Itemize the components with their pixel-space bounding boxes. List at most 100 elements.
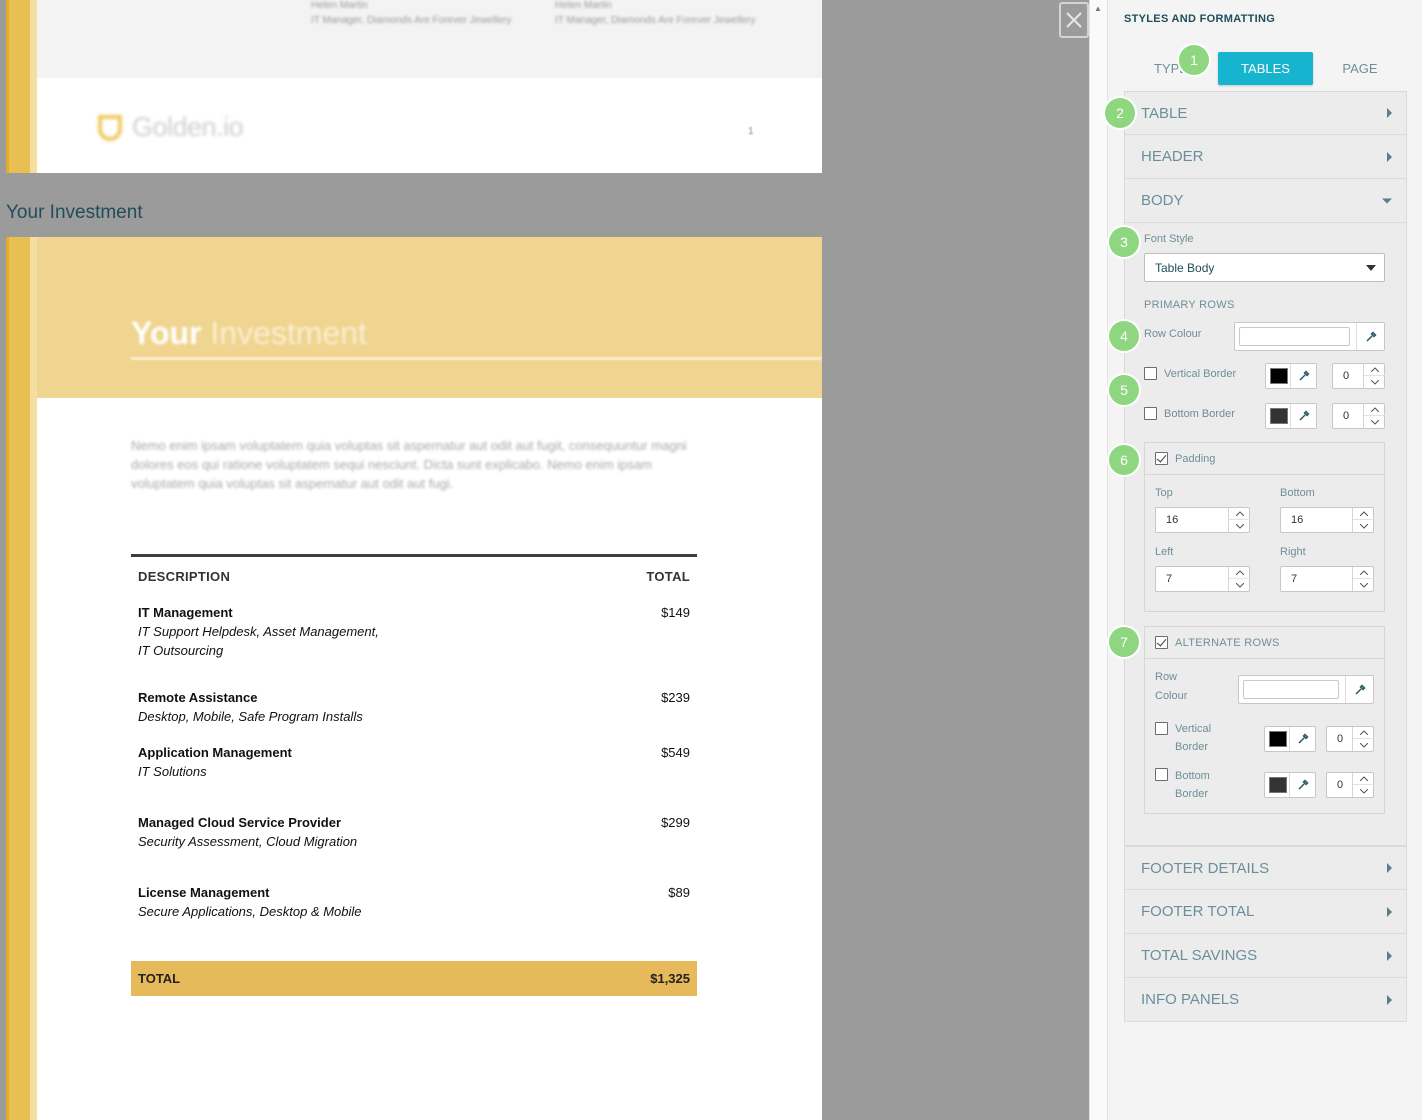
chevron-down-icon[interactable] (1353, 579, 1374, 591)
eyedropper-icon[interactable] (1290, 404, 1316, 428)
section-footer-total[interactable]: FOOTER TOTAL (1124, 890, 1407, 934)
hero-title-bold: Your (131, 315, 202, 351)
investment-table[interactable]: DESCRIPTION TOTAL IT Management IT Suppo… (131, 554, 697, 996)
section-label: BODY (1141, 192, 1184, 209)
chevron-right-icon (1387, 151, 1392, 162)
scroll-up-icon[interactable]: ▲ (1094, 4, 1102, 13)
callout-badge-1: 1 (1179, 45, 1209, 75)
color-swatch[interactable] (1270, 408, 1288, 424)
padding-bottom-label: Bottom (1280, 487, 1315, 499)
alt-vertical-border-color-picker[interactable] (1264, 726, 1316, 752)
row-price: $239 (661, 690, 690, 705)
chevron-up-icon[interactable] (1353, 567, 1374, 579)
chevron-right-icon (1387, 906, 1392, 917)
eyedropper-icon[interactable] (1289, 727, 1315, 751)
color-swatch[interactable] (1270, 368, 1288, 384)
panel-tabs: TYPE TABLES PAGE (1124, 52, 1407, 85)
alt-vertical-border-checkbox[interactable] (1155, 722, 1168, 735)
color-swatch[interactable] (1269, 731, 1287, 747)
company-logo: Golden.io (98, 112, 244, 143)
bottom-border-color-picker[interactable] (1265, 403, 1317, 429)
close-button[interactable] (1059, 2, 1089, 38)
chevron-up-icon[interactable] (1364, 404, 1385, 416)
page-stripe-dark (6, 0, 9, 173)
section-footer-details[interactable]: FOOTER DETAILS (1124, 846, 1407, 890)
table-total-row: TOTAL $1,325 (131, 961, 697, 996)
vertical-border-width-stepper[interactable]: 0 (1332, 363, 1385, 389)
callout-badge-7: 7 (1109, 627, 1139, 657)
column-description: DESCRIPTION (138, 569, 231, 584)
stepper-value[interactable]: 0 (1333, 404, 1362, 428)
eyedropper-icon[interactable] (1356, 323, 1384, 350)
stepper-value[interactable]: 0 (1333, 364, 1362, 388)
chevron-up-icon[interactable] (1229, 567, 1250, 579)
logo-text: Golden.io (132, 112, 244, 142)
chevron-up-icon[interactable] (1229, 508, 1250, 520)
hero-title-light: Investment (210, 315, 367, 351)
chevron-up-icon[interactable] (1353, 508, 1374, 520)
chevron-up-icon[interactable] (1364, 364, 1385, 376)
font-style-select[interactable]: Table Body (1144, 253, 1385, 282)
table-row: Application Management IT Solutions $549 (131, 743, 697, 813)
alt-row-colour-field[interactable] (1243, 680, 1339, 699)
caret-down-icon (1366, 265, 1376, 271)
alt-bottom-border-color-picker[interactable] (1264, 772, 1316, 798)
row-colour-field[interactable] (1239, 327, 1350, 346)
padding-right-stepper[interactable]: 7 (1280, 566, 1374, 592)
row-price: $149 (661, 605, 690, 620)
alt-row-colour-picker[interactable] (1238, 675, 1374, 704)
chevron-right-icon (1387, 994, 1392, 1005)
callout-badge-2: 2 (1105, 98, 1135, 128)
stepper-value[interactable]: 7 (1281, 567, 1351, 591)
vertical-border-checkbox[interactable] (1144, 367, 1157, 380)
bottom-border-checkbox[interactable] (1144, 407, 1157, 420)
color-swatch[interactable] (1269, 777, 1287, 793)
alt-bottom-border-label: Border (1175, 788, 1209, 800)
alternate-rows-checkbox[interactable] (1155, 636, 1168, 649)
eyedropper-icon[interactable] (1345, 676, 1373, 703)
alt-bottom-border-checkbox[interactable] (1155, 768, 1168, 781)
chevron-down-icon[interactable] (1229, 520, 1250, 532)
alt-row-colour-label: Row (1155, 671, 1178, 683)
row-description: IT Support Helpdesk, Asset Management, (138, 624, 379, 639)
padding-checkbox[interactable] (1155, 452, 1168, 465)
stepper-value[interactable]: 0 (1327, 773, 1351, 797)
chevron-down-icon[interactable] (1364, 416, 1385, 428)
padding-top-label: Top (1155, 487, 1173, 499)
chevron-down-icon[interactable] (1229, 579, 1250, 591)
signature-name: Helen Martin (311, 0, 368, 11)
section-table[interactable]: TABLE (1124, 91, 1407, 135)
row-colour-picker[interactable] (1234, 322, 1385, 351)
alt-vertical-border-width-stepper[interactable]: 0 (1326, 726, 1374, 752)
section-total-savings[interactable]: TOTAL SAVINGS (1124, 934, 1407, 978)
eyedropper-icon[interactable] (1290, 364, 1316, 388)
chevron-down-icon[interactable] (1353, 520, 1374, 532)
stepper-value[interactable]: 16 (1156, 508, 1227, 532)
callout-badge-4: 4 (1109, 321, 1139, 351)
padding-bottom-stepper[interactable]: 16 (1280, 507, 1374, 533)
tab-tables[interactable]: TABLES (1218, 52, 1313, 85)
alt-bottom-border-width-stepper[interactable]: 0 (1326, 772, 1374, 798)
vertical-border-color-picker[interactable] (1265, 363, 1317, 389)
chevron-down-icon[interactable] (1353, 739, 1374, 751)
page-stripe (6, 237, 30, 1120)
panel-scrollbar[interactable]: ▲ (1089, 0, 1107, 1120)
bottom-border-width-stepper[interactable]: 0 (1332, 403, 1385, 429)
stepper-value[interactable]: 0 (1327, 727, 1351, 751)
section-header[interactable]: HEADER (1124, 135, 1407, 179)
chevron-down-icon (1382, 198, 1392, 203)
chevron-right-icon (1387, 950, 1392, 961)
stepper-value[interactable]: 16 (1281, 508, 1351, 532)
section-body[interactable]: BODY (1124, 179, 1407, 223)
padding-top-stepper[interactable]: 16 (1155, 507, 1250, 533)
chevron-up-icon[interactable] (1353, 773, 1374, 785)
chevron-down-icon[interactable] (1364, 376, 1385, 388)
section-info-panels[interactable]: INFO PANELS (1124, 978, 1407, 1022)
padding-left-stepper[interactable]: 7 (1155, 566, 1250, 592)
chevron-up-icon[interactable] (1353, 727, 1374, 739)
eyedropper-icon[interactable] (1289, 773, 1315, 797)
chevron-down-icon[interactable] (1353, 785, 1374, 797)
tab-page[interactable]: PAGE (1313, 52, 1407, 85)
chevron-right-icon (1387, 108, 1392, 118)
stepper-value[interactable]: 7 (1156, 567, 1227, 591)
